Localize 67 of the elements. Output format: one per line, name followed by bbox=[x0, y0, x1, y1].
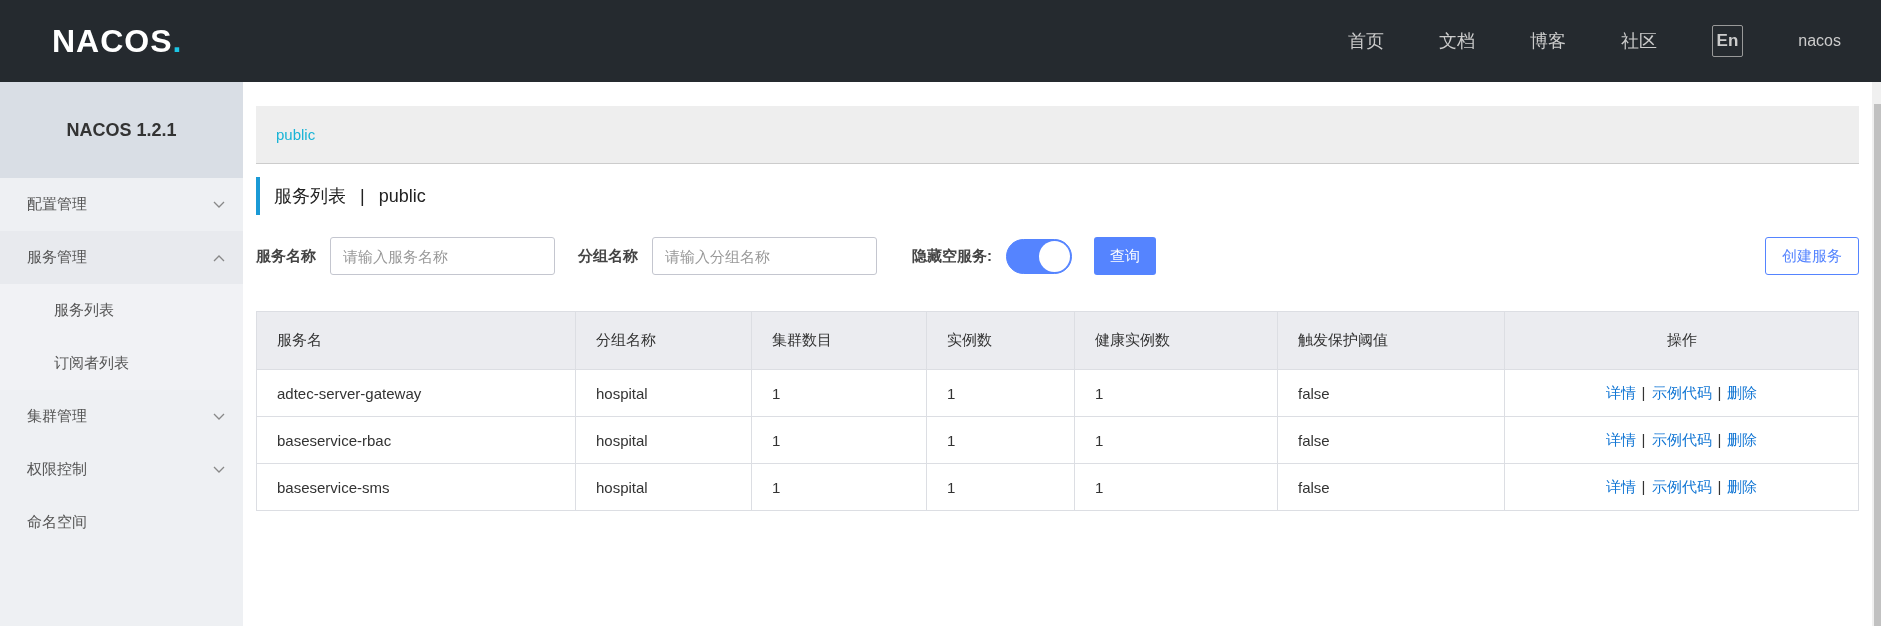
toggle-label: 隐藏空服务: bbox=[912, 246, 992, 266]
sidebar-item[interactable]: 配置管理 bbox=[0, 178, 243, 231]
namespace-name: public bbox=[378, 185, 426, 207]
create-service-button[interactable]: 创建服务 bbox=[1765, 237, 1859, 275]
sidebar-item[interactable]: 服务管理 bbox=[0, 231, 243, 284]
group-name-field[interactable]: 请输入分组名称 bbox=[652, 237, 877, 275]
link-separator: | bbox=[1641, 383, 1646, 401]
action-link[interactable]: 详情 bbox=[1605, 430, 1636, 448]
column-header: 分组名称 bbox=[575, 311, 752, 370]
action-link[interactable]: 详情 bbox=[1605, 383, 1636, 401]
table-cell: false bbox=[1277, 416, 1505, 464]
logo[interactable]: NACOS. bbox=[52, 22, 183, 60]
nav-link[interactable]: 社区 bbox=[1620, 29, 1657, 53]
table-cell: 1 bbox=[751, 463, 927, 511]
sidebar-item[interactable]: 集群管理 bbox=[0, 390, 243, 443]
link-separator: | bbox=[1717, 383, 1722, 401]
hide-empty-toggle[interactable] bbox=[1006, 238, 1072, 274]
table-cell: baseservice-rbac bbox=[256, 416, 576, 464]
chevron-icon bbox=[213, 200, 225, 209]
column-header: 服务名 bbox=[256, 311, 576, 370]
link-separator: | bbox=[1641, 430, 1646, 448]
table-cell: false bbox=[1277, 369, 1505, 417]
chevron-icon bbox=[213, 253, 225, 262]
nav-link[interactable]: 文档 bbox=[1438, 29, 1475, 53]
column-header: 集群数目 bbox=[751, 311, 927, 370]
sidebar-item[interactable]: 命名空间 bbox=[0, 496, 243, 549]
action-link[interactable]: 删除 bbox=[1727, 430, 1758, 448]
table-cell: 1 bbox=[751, 369, 927, 417]
table-cell: hospital bbox=[575, 369, 752, 417]
table-cell: 1 bbox=[926, 463, 1075, 511]
page-title: 服务列表 bbox=[274, 185, 346, 208]
table-cell: baseservice-sms bbox=[256, 463, 576, 511]
table-cell: false bbox=[1277, 463, 1505, 511]
action-link[interactable]: 删除 bbox=[1727, 383, 1758, 401]
action-link[interactable]: 示例代码 bbox=[1651, 477, 1712, 495]
nav-link[interactable]: 首页 bbox=[1347, 29, 1384, 53]
column-header: 实例数 bbox=[926, 311, 1075, 370]
nav-link[interactable]: 博客 bbox=[1529, 29, 1566, 53]
action-link[interactable]: 示例代码 bbox=[1651, 430, 1712, 448]
table-cell: 1 bbox=[1074, 463, 1278, 511]
sidebar-title: NACOS 1.2.1 bbox=[66, 119, 177, 141]
language-button[interactable]: En bbox=[1711, 25, 1744, 57]
column-header: 操作 bbox=[1504, 311, 1859, 370]
title-separator: | bbox=[360, 185, 365, 207]
column-header: 触发保护阈值 bbox=[1277, 311, 1505, 370]
table-cell: hospital bbox=[575, 416, 752, 464]
table-cell: hospital bbox=[575, 463, 752, 511]
service-name-field[interactable]: 请输入服务名称 bbox=[330, 237, 555, 275]
table-cell: 1 bbox=[1074, 369, 1278, 417]
column-header: 健康实例数 bbox=[1074, 311, 1278, 370]
table-cell: 1 bbox=[926, 369, 1075, 417]
field-label: 服务名称 bbox=[256, 246, 316, 266]
table-cell: 1 bbox=[926, 416, 1075, 464]
field-label: 分组名称 bbox=[578, 246, 638, 266]
table-cell: 1 bbox=[1074, 416, 1278, 464]
action-link[interactable]: 示例代码 bbox=[1651, 383, 1712, 401]
link-separator: | bbox=[1717, 477, 1722, 495]
action-link[interactable]: 详情 bbox=[1605, 477, 1636, 495]
user-name[interactable]: nacos bbox=[1798, 32, 1841, 50]
chevron-icon bbox=[213, 465, 225, 474]
action-link[interactable]: 删除 bbox=[1727, 477, 1758, 495]
link-separator: | bbox=[1717, 430, 1722, 448]
table-cell: adtec-server-gateway bbox=[256, 369, 576, 417]
sidebar-item[interactable]: 权限控制 bbox=[0, 443, 243, 496]
table-cell: 1 bbox=[751, 416, 927, 464]
link-separator: | bbox=[1641, 477, 1646, 495]
chevron-icon bbox=[213, 412, 225, 421]
